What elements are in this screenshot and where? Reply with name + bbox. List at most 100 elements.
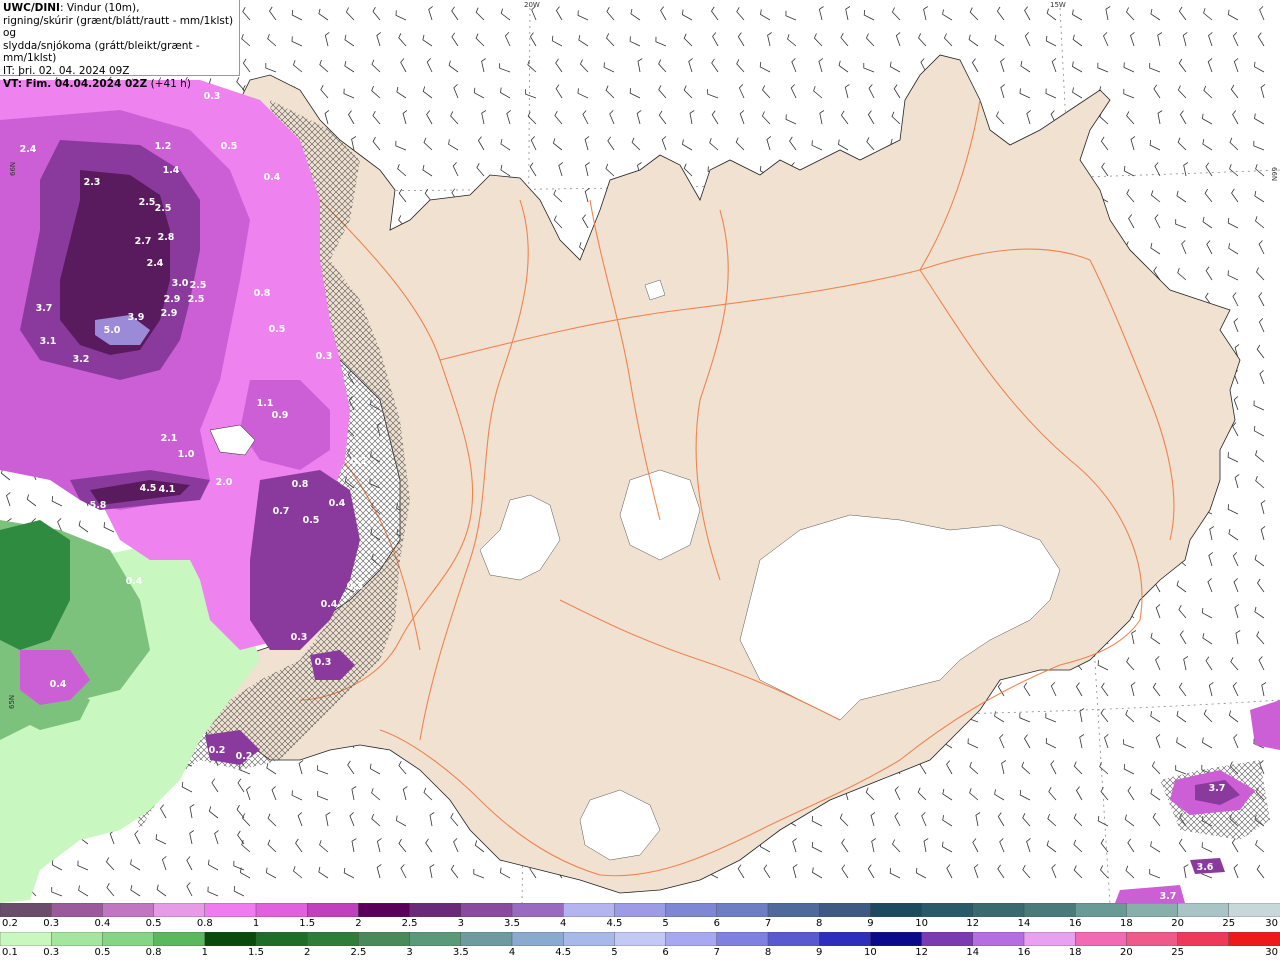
scale-swatch [1126, 932, 1179, 946]
scale-swatch [1228, 903, 1280, 917]
precip-label: 0.2 [209, 745, 226, 756]
scale-swatch [153, 932, 206, 946]
scale-tick-label: 1 [201, 947, 208, 958]
scale-swatch [460, 903, 513, 917]
scale-tick-label: 3 [457, 918, 464, 929]
scale-tick-label: 12 [915, 947, 928, 958]
scale-swatch [767, 903, 820, 917]
precip-label: 3.6 [1197, 862, 1214, 873]
precip-label: 0.4 [264, 172, 281, 183]
scale-swatch [460, 932, 513, 946]
scale-swatch [921, 903, 974, 917]
scale-swatch [767, 932, 820, 946]
scale-tick-label: 3.5 [504, 918, 520, 929]
scale-tick-label: 16 [1017, 947, 1031, 958]
scale-tick-label: 8 [764, 947, 772, 958]
precip-label: 3.7 [1209, 783, 1226, 794]
precip-label: 5.8 [90, 500, 107, 511]
scale-swatch [563, 903, 616, 917]
scale-tick-label: 0.3 [43, 947, 60, 958]
precip-label: 2.9 [164, 294, 181, 305]
title-desc-3: slydda/snjókoma (grátt/bleikt/grænt - mm… [3, 39, 200, 65]
precip-label: 2.1 [161, 433, 178, 444]
precip-label: 2.4 [20, 144, 37, 155]
precip-label: 3.1 [40, 336, 57, 347]
scale-swatch [921, 932, 974, 946]
scale-tick-label: 1 [252, 918, 260, 929]
scale-tick-label: 16 [1068, 918, 1082, 929]
scale-swatch [409, 903, 462, 917]
scale-swatch [614, 903, 667, 917]
scale-swatch [102, 932, 155, 946]
scale-tick-label: 14 [966, 947, 980, 958]
scale-swatch [307, 932, 360, 946]
precip-label: 0.2 [236, 751, 253, 762]
scale-tick-label: 0.8 [145, 947, 162, 958]
valid-time-line: VT: Fim. 04.04.2024 02Z (+41 h) [3, 78, 236, 91]
precip-label: 2.5 [188, 294, 205, 305]
precip-label: 0.9 [272, 410, 289, 421]
scale-tick-label: 4.5 [606, 918, 623, 929]
scale-swatch [972, 932, 1025, 946]
scale-swatch [1023, 903, 1076, 917]
precip-label: 2.9 [161, 308, 178, 319]
scale-tick-label: 5 [662, 918, 669, 929]
scale-tick-label: 0.5 [145, 918, 162, 929]
scale-tick-label: 25 [1171, 947, 1184, 958]
scale-tick-label: 7 [764, 918, 772, 929]
scale-tick-label: 2 [355, 918, 362, 929]
scale-tick-label: 30 [1265, 947, 1278, 958]
precip-label: 5.0 [104, 325, 121, 336]
scale-swatch [870, 932, 923, 946]
precip-label: 0.4 [126, 576, 143, 587]
scale-swatch [1126, 903, 1179, 917]
scale-swatch [409, 932, 462, 946]
scale-tick-label: 20 [1120, 947, 1133, 958]
scale-tick-label: 7 [713, 947, 720, 958]
precip-label: 2.5 [155, 203, 172, 214]
scale-swatch [153, 903, 206, 917]
scale-tick-label: 10 [864, 947, 877, 958]
precip-label: 4.1 [159, 484, 176, 495]
precip-label: 4.5 [140, 483, 157, 494]
scale-swatch [665, 932, 718, 946]
scale-swatch [716, 932, 769, 946]
precip-label: 1.2 [155, 141, 172, 152]
scale-tick-label: 2.5 [401, 918, 418, 929]
lon-label-15w: 15W [1050, 1, 1066, 9]
scale-swatch [0, 932, 52, 946]
precip-label: 3.2 [73, 354, 90, 365]
precip-label: 2.5 [190, 280, 207, 291]
precip-label: 3.9 [128, 312, 145, 323]
scale-swatch [204, 903, 257, 917]
rain-color-scale: 0.1 0.3 0.5 0.8 1 1.5 2 2.5 3 3.5 4 4.5 5 6 7 8 9 10 12 14 1… [0, 932, 1280, 960]
scale-tick-label: 2 [304, 947, 311, 958]
scale-tick-label: 18 [1120, 918, 1133, 929]
scale-tick-label: 3.5 [452, 947, 469, 958]
precip-label: 0.3 [204, 91, 221, 102]
precip-label: 2.3 [84, 177, 101, 188]
snow-color-scale: 0.2 0.3 0.4 0.5 0.8 1 1.5 2 2.5 3 3.5 4 4.5 5 6 7 8 9 10 12… [0, 903, 1280, 931]
scale-swatch [614, 932, 667, 946]
scale-swatch [716, 903, 769, 917]
scale-swatch [870, 903, 923, 917]
scale-tick-label: 25 [1222, 918, 1236, 929]
scale-swatch [563, 932, 616, 946]
scale-tick-label: 0.5 [94, 947, 111, 958]
valid-time: VT: Fim. 04.04.2024 02Z [3, 77, 148, 90]
scale-tick-label: 4 [508, 947, 516, 958]
scale-swatch [255, 932, 308, 946]
scale-swatch [511, 932, 564, 946]
scale-swatch [1023, 932, 1076, 946]
scale-swatch [1177, 932, 1230, 946]
scale-tick-label: 4.5 [555, 947, 572, 958]
map-info-box: UWC/DINI: Vindur (10m), rigning/skúrir (… [0, 0, 240, 90]
precip-label: 0.4 [329, 498, 346, 509]
precip-label: 0.3 [315, 657, 332, 668]
scale-swatch [1228, 932, 1280, 946]
scale-tick-label: 0.4 [94, 918, 111, 929]
lon-label-20w: 20W [524, 1, 540, 9]
scale-tick-label: 12 [966, 918, 980, 929]
scale-tick-label: 2.5 [350, 947, 367, 958]
lat-label-65n-left: 65N [8, 695, 16, 709]
